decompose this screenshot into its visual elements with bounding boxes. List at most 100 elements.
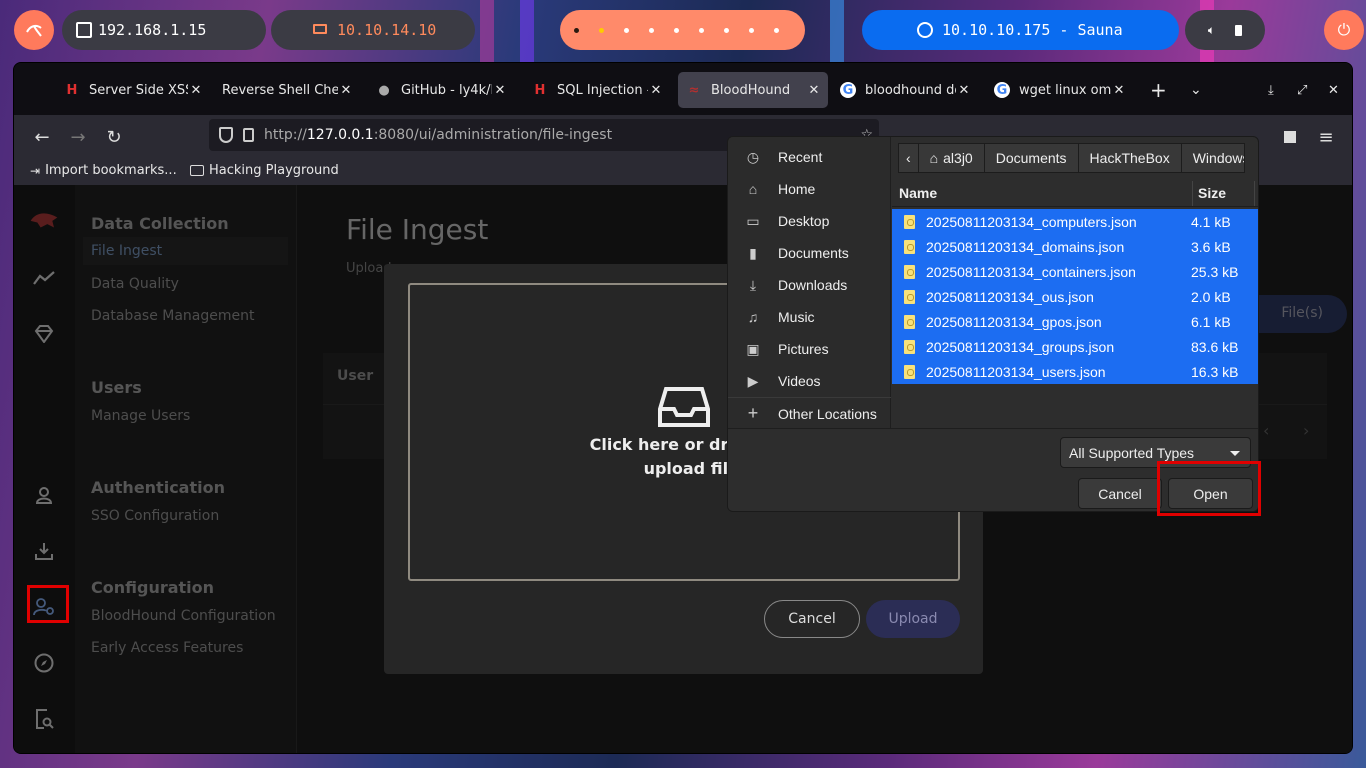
file-row[interactable]: 20250811203134_domains.json 3.6 kB [892,234,1258,259]
arrow-left-icon: ← [34,126,50,148]
file-row[interactable]: 20250811203134_gpos.json 6.1 kB [892,309,1258,334]
json-file-icon [904,339,915,354]
tab-server-side-xss[interactable]: H Server Side XSS ✕ [64,72,204,108]
menu-button[interactable]: ≡ [1312,123,1340,151]
reload-icon: ↻ [106,126,122,148]
cancel-label: Cancel [1098,485,1142,502]
extension-icon[interactable] [1276,123,1304,151]
place-music[interactable]: ♫ Music [728,301,891,333]
file-name: 20250811203134_computers.json [926,213,1137,230]
battery-icon[interactable] [1235,24,1243,36]
place-label: Videos [778,373,821,389]
modal-cancel-button[interactable]: Cancel [764,600,860,638]
close-tab-icon[interactable]: ✕ [338,72,354,108]
inbox-icon [658,387,710,427]
tab-reverse-shell[interactable]: Reverse Shell Chea ✕ [222,72,354,108]
json-file-icon [904,289,915,304]
reload-button[interactable]: ↻ [100,123,128,151]
close-tab-icon[interactable]: ✕ [492,72,508,108]
import-bookmarks-label: Import bookmarks... [45,163,177,178]
place-desktop[interactable]: ▭ Desktop [728,205,891,237]
file-row[interactable]: 20250811203134_computers.json 4.1 kB [892,209,1258,234]
cancel-button[interactable]: Cancel [1078,478,1162,509]
tab-label: Reverse Shell Chea [222,82,348,98]
import-bookmarks-link[interactable]: ⇥ Import bookmarks... [30,163,177,178]
bloodhound-icon: ≈ [688,82,700,98]
document-icon: ▮ [749,244,757,261]
file-row[interactable]: 20250811203134_users.json 16.3 kB [892,359,1258,384]
place-pictures[interactable]: ▣ Pictures [728,333,891,365]
back-button[interactable]: ← [28,123,56,151]
crumb-label: Windows [1192,150,1245,166]
volume-icon[interactable]: 🔈︎ [1208,23,1215,38]
path-crumb-home[interactable]: ⌂ al3j0 [917,143,985,173]
file-row[interactable]: 20250811203134_groups.json 83.6 kB [892,334,1258,359]
maximize-icon: ⤢ [1297,82,1308,98]
file-size: 25.3 kB [1191,263,1239,280]
tab-sql-injection[interactable]: H SQL Injection - l ✕ [532,72,664,108]
place-label: Home [778,181,816,197]
folder-icon [190,165,204,176]
tab-strip: H Server Side XSS ✕ Reverse Shell Chea ✕… [14,63,1352,115]
close-tab-icon[interactable]: ✕ [1111,72,1127,108]
modal-upload-label: Upload [888,611,938,627]
close-tab-icon[interactable]: ✕ [956,72,972,108]
new-tab-button[interactable]: + [1150,72,1170,108]
tab-bloodhound[interactable]: ≈ BloodHound ✕ [678,72,828,108]
place-videos[interactable]: ▶ Videos [728,365,891,397]
close-tab-icon[interactable]: ✕ [806,72,822,108]
picture-icon: ▣ [746,340,760,357]
file-row[interactable]: 20250811203134_ous.json 2.0 kB [892,284,1258,309]
path-crumb-documents[interactable]: Documents [983,143,1079,173]
place-recent[interactable]: ◷ Recent [728,141,891,173]
file-size: 2.0 kB [1191,288,1231,305]
target-widget: 10.10.10.175 - Sauna [862,10,1179,50]
tab-github[interactable]: ● GitHub - ly4k/Py ✕ [376,72,508,108]
tab-bloodhound-google[interactable]: G bloodhound do ✕ [840,72,972,108]
path-crumb-hackthebox[interactable]: HackTheBox [1077,143,1182,173]
chevron-down-icon: ⌄ [1190,82,1202,98]
modal-upload-button[interactable]: Upload [866,600,960,638]
file-row[interactable]: 20250811203134_containers.json 25.3 kB [892,259,1258,284]
tab-wget-google[interactable]: G wget linux omit ✕ [994,72,1127,108]
modal-cancel-label: Cancel [788,611,836,627]
place-home[interactable]: ⌂ Home [728,173,891,205]
power-button[interactable]: ⏻ [1324,10,1364,50]
vpn-ip-widget: 10.10.14.10 [271,10,475,50]
workspaces-widget[interactable] [560,10,805,50]
bookmark-folder-hacking[interactable]: Hacking Playground [190,163,339,178]
close-window-button[interactable]: ✕ [1328,72,1342,108]
maximize-button[interactable]: ⤢ [1297,72,1313,108]
column-size[interactable]: Size [1198,185,1226,201]
path-back-button[interactable]: ‹ [898,143,919,173]
json-file-icon [904,264,915,279]
bookmark-folder-label: Hacking Playground [209,163,339,178]
path-crumb-windows[interactable]: Windows [1180,143,1245,173]
place-label: Documents [778,245,849,261]
dropdown-arrow-icon [1230,451,1240,456]
file-type-filter-label: All Supported Types [1069,444,1195,461]
local-ip-text: 192.168.1.15 [98,21,207,39]
minimize-button[interactable]: ⤓ [1268,72,1282,108]
video-icon: ▶ [747,372,759,389]
home-icon: ⌂ [929,150,939,166]
list-tabs-button[interactable]: ⌄ [1190,72,1210,108]
place-downloads[interactable]: ⤓ Downloads [728,269,891,301]
file-size: 4.1 kB [1191,213,1231,230]
kali-menu-button[interactable] [14,10,54,50]
column-name[interactable]: Name [899,185,937,201]
kali-dragon-icon [26,24,42,37]
place-other-locations[interactable]: + Other Locations [728,397,891,429]
hacktricks-icon: H [66,82,78,98]
page-icon [243,128,254,142]
forward-button[interactable]: → [64,123,92,151]
place-documents[interactable]: ▮ Documents [728,237,891,269]
json-file-icon [904,314,915,329]
tray-widget[interactable]: 🔈︎ [1185,10,1265,50]
firefox-window: H Server Side XSS ✕ Reverse Shell Chea ✕… [13,62,1353,754]
close-tab-icon[interactable]: ✕ [648,72,664,108]
close-tab-icon[interactable]: ✕ [188,72,204,108]
crumb-label: Documents [995,150,1067,166]
download-icon: ⤓ [749,276,757,293]
file-list: Name Size 20250811203134_computers.json 4… [892,181,1258,428]
